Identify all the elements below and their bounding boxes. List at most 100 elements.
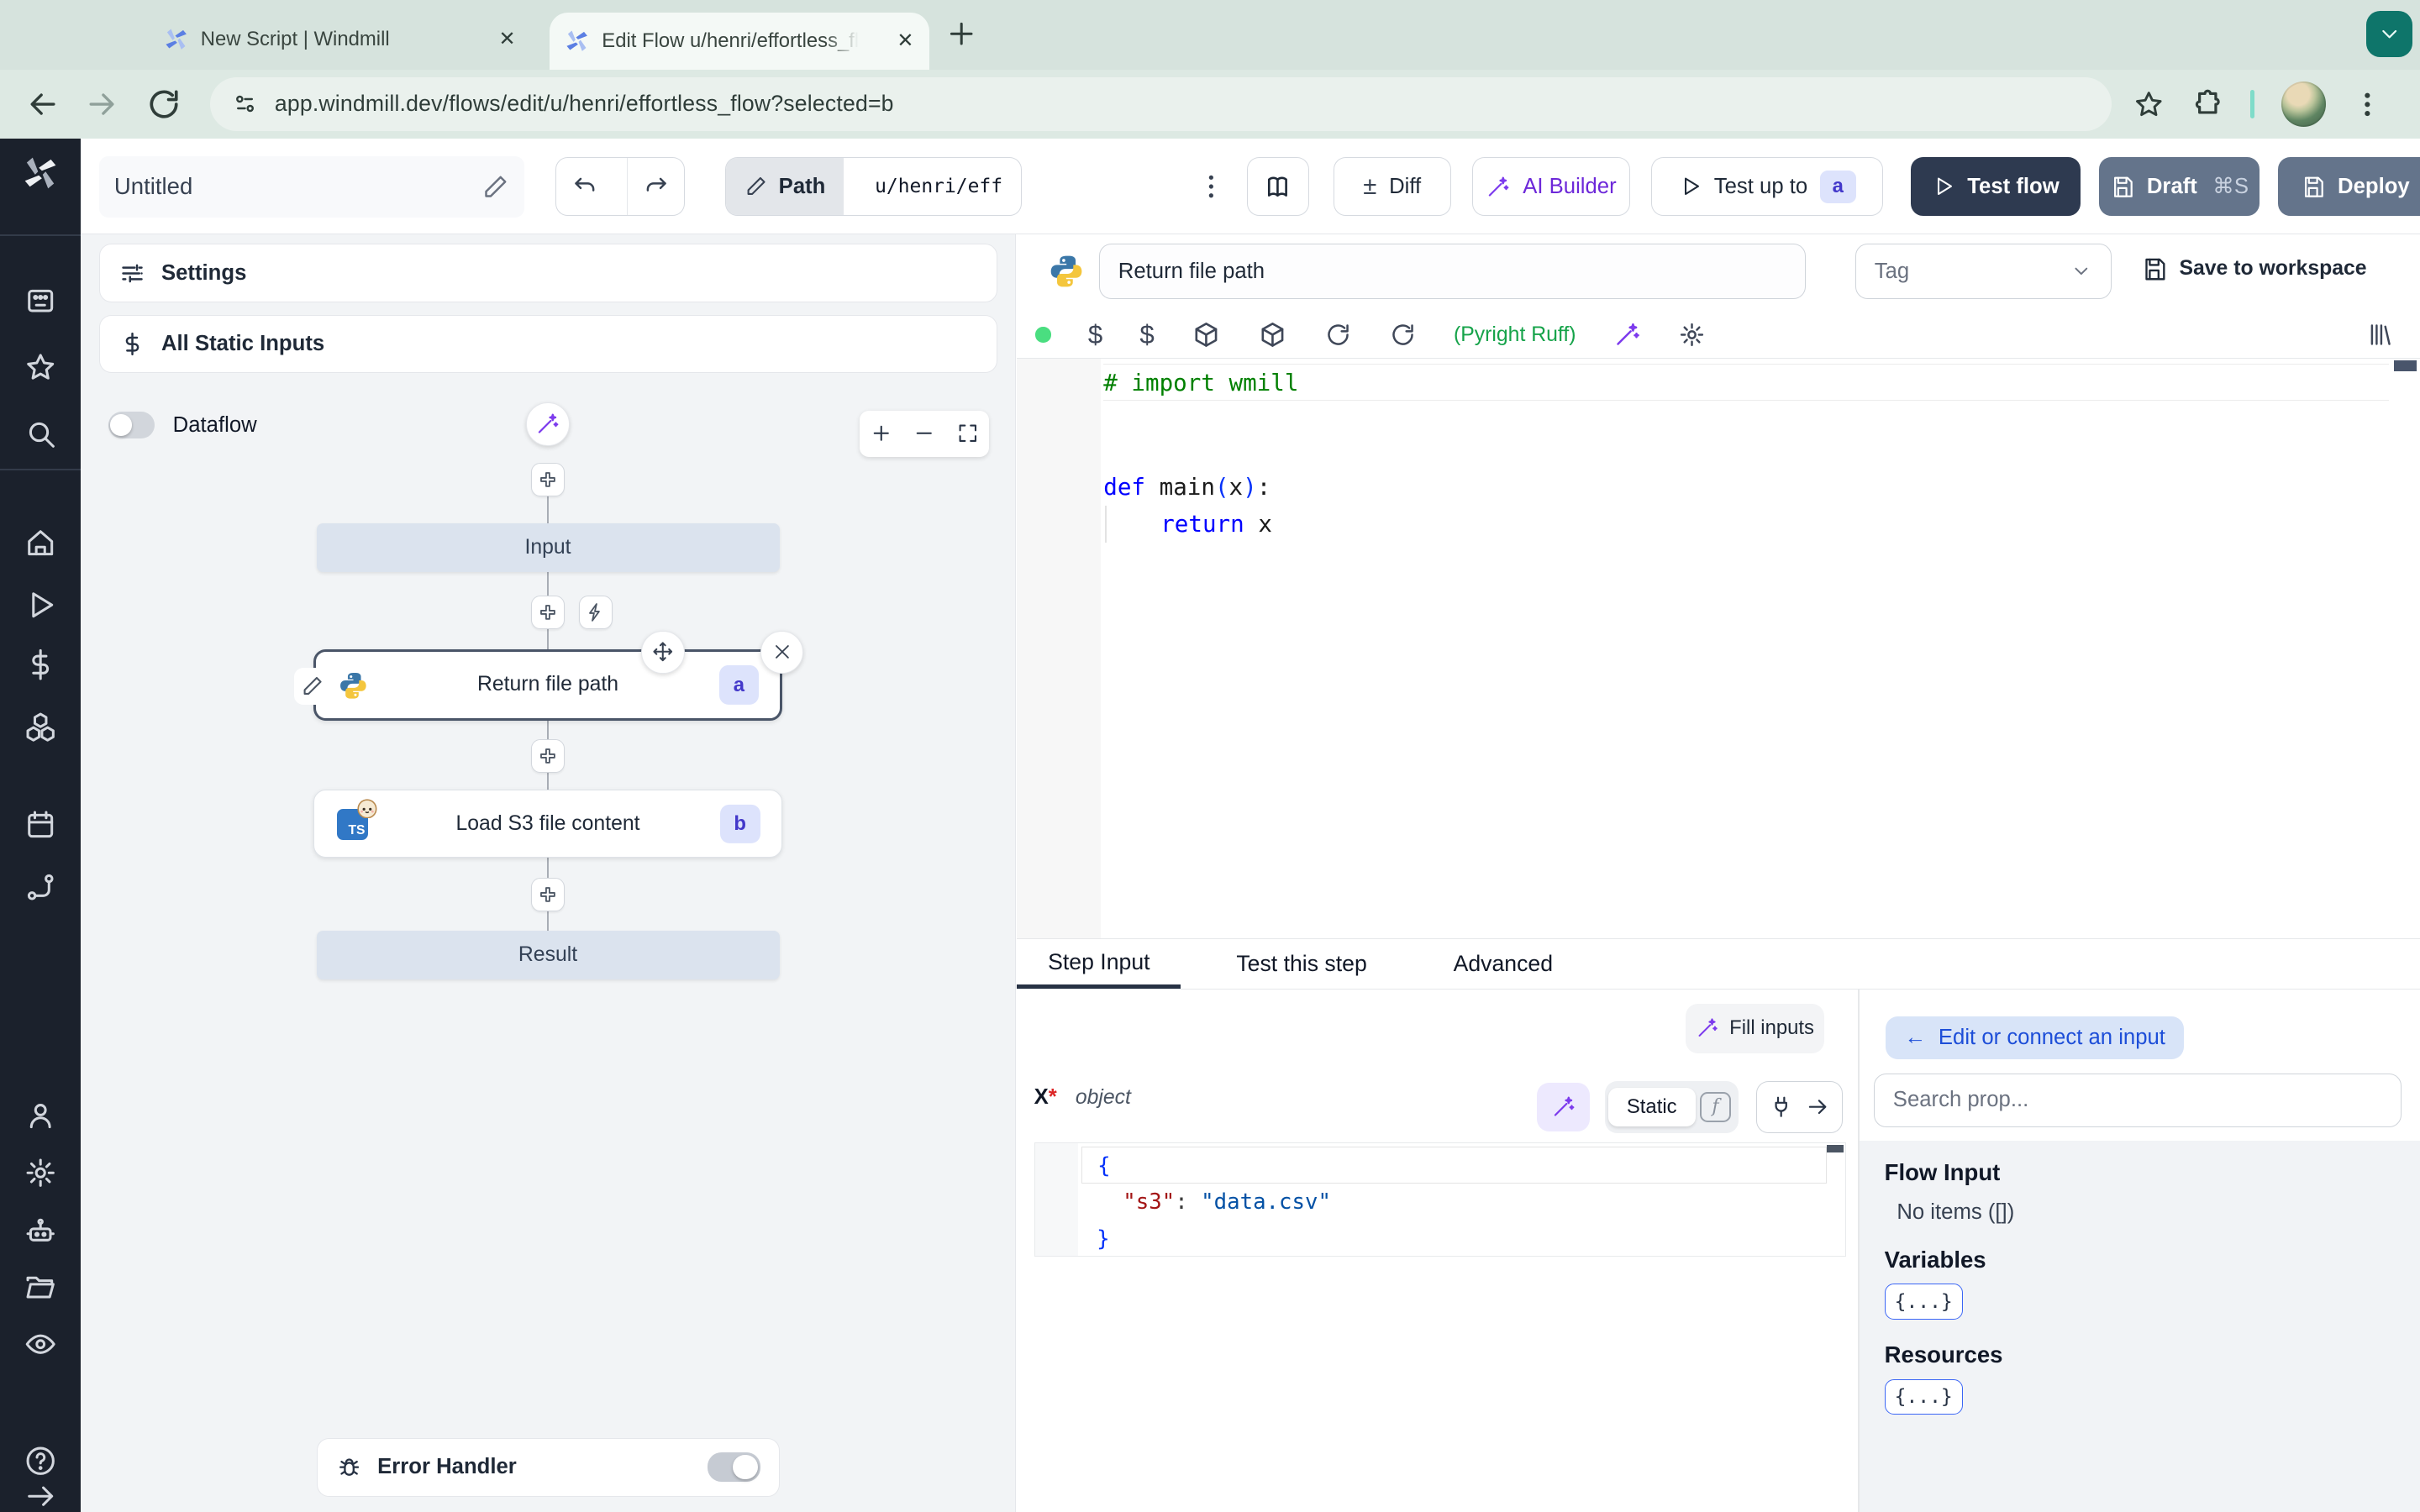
- browser-tab-edit-flow[interactable]: Edit Flow u/henri/effortless_fl ✕: [549, 12, 929, 70]
- tab-close-icon[interactable]: ✕: [498, 29, 515, 50]
- profile-avatar[interactable]: [2281, 81, 2326, 127]
- ai-flow-button[interactable]: [526, 402, 570, 446]
- tab-title: Edit Flow u/henri/effortless_fl: [602, 29, 860, 52]
- ai-builder-button[interactable]: AI Builder: [1472, 157, 1630, 217]
- flow-path-button[interactable]: Path u/henri/eff: [725, 157, 1023, 217]
- step-node-b[interactable]: TS Load S3 file content b: [313, 790, 783, 858]
- users-icon[interactable]: [24, 1099, 57, 1132]
- undo-button[interactable]: [556, 158, 614, 215]
- tab-step-input[interactable]: Step Input: [1017, 939, 1181, 990]
- address-bar[interactable]: app.windmill.dev/flows/edit/u/henri/effo…: [209, 76, 2112, 132]
- add-step-button[interactable]: [530, 463, 566, 497]
- lint-assistant-label[interactable]: (Pyright Ruff): [1454, 323, 1576, 347]
- variables-icon[interactable]: [24, 648, 57, 681]
- draft-button[interactable]: Draft ⌘S: [2098, 157, 2260, 217]
- site-info-icon[interactable]: [231, 90, 259, 118]
- edit-pencil-icon[interactable]: [481, 173, 509, 201]
- resources-object-chip[interactable]: {...}: [1884, 1378, 1963, 1415]
- package-icon[interactable]: [1258, 320, 1287, 349]
- browser-menu-icon[interactable]: [2352, 89, 2383, 120]
- extensions-icon[interactable]: [2191, 88, 2224, 121]
- editor-settings-gear-icon[interactable]: [1678, 321, 1706, 349]
- plug-icon[interactable]: [1769, 1095, 1793, 1119]
- step-node-a[interactable]: Return file path a: [294, 630, 804, 721]
- settings-gear-icon[interactable]: [24, 1156, 57, 1189]
- add-resource-icon[interactable]: $: [1139, 320, 1154, 350]
- tag-select[interactable]: Tag: [1854, 244, 2112, 300]
- schedules-icon[interactable]: [24, 808, 57, 842]
- plus-minus-icon: ±: [1363, 172, 1377, 201]
- error-handler-toggle[interactable]: [708, 1452, 760, 1483]
- more-options-icon[interactable]: [1196, 168, 1227, 205]
- edit-or-connect-button[interactable]: ← Edit or connect an input: [1886, 1016, 2184, 1059]
- all-static-inputs-button[interactable]: All Static Inputs: [98, 314, 997, 374]
- tab-test-this-step[interactable]: Test this step: [1206, 939, 1398, 990]
- flow-name-field[interactable]: Untitled: [98, 155, 525, 218]
- folders-icon[interactable]: [24, 1270, 57, 1304]
- audit-eye-icon[interactable]: [24, 1327, 57, 1361]
- test-up-to-button[interactable]: Test up to a: [1651, 157, 1883, 217]
- help-icon[interactable]: [24, 1444, 57, 1478]
- routes-icon[interactable]: [24, 870, 57, 904]
- json-scrollbar-thumb[interactable]: [1826, 1145, 1844, 1153]
- json-input-editor[interactable]: { "s3": "data.csv" }: [1034, 1142, 1846, 1257]
- package-icon[interactable]: [1192, 320, 1221, 349]
- reload-icon[interactable]: [1324, 321, 1352, 349]
- javascript-expr-button[interactable]: f: [1700, 1091, 1731, 1123]
- zoom-out-icon[interactable]: [913, 422, 936, 445]
- add-step-button[interactable]: [530, 738, 566, 774]
- back-icon[interactable]: [24, 86, 61, 123]
- forward-icon[interactable]: [83, 86, 120, 123]
- add-variable-icon[interactable]: $: [1088, 320, 1102, 350]
- test-flow-button[interactable]: Test flow: [1910, 157, 2081, 217]
- editor-scrollbar-thumb[interactable]: [2393, 360, 2417, 371]
- dataflow-toggle[interactable]: [108, 412, 155, 438]
- expand-sidebar-icon[interactable]: [24, 1479, 57, 1512]
- resources-icon[interactable]: [24, 710, 57, 743]
- error-handler-card[interactable]: Error Handler: [316, 1437, 780, 1497]
- save-to-workspace-button[interactable]: Save to workspace: [2141, 256, 2367, 282]
- delete-step-button[interactable]: [760, 630, 804, 674]
- search-icon[interactable]: [24, 417, 57, 450]
- flow-input-title: Flow Input: [1884, 1159, 2001, 1186]
- diff-button[interactable]: ± Diff: [1333, 157, 1451, 217]
- reload-icon[interactable]: [145, 86, 182, 123]
- search-prop-input[interactable]: [1873, 1073, 2402, 1127]
- tab-search-button[interactable]: [2365, 10, 2412, 57]
- add-trigger-button[interactable]: [578, 595, 613, 630]
- runs-icon[interactable]: [24, 588, 57, 622]
- docs-button[interactable]: [1247, 157, 1309, 217]
- variables-object-chip[interactable]: {...}: [1884, 1284, 1963, 1320]
- tab-close-icon[interactable]: ✕: [897, 30, 913, 51]
- fill-inputs-button[interactable]: Fill inputs: [1685, 1003, 1824, 1053]
- apps-icon[interactable]: [24, 284, 57, 318]
- tab-advanced[interactable]: Advanced: [1423, 939, 1584, 990]
- home-icon[interactable]: [24, 526, 57, 559]
- bookmark-star-icon[interactable]: [2133, 88, 2165, 121]
- add-step-button[interactable]: [530, 595, 566, 630]
- flow-result-node[interactable]: Result: [316, 930, 780, 980]
- workers-robot-icon[interactable]: [24, 1215, 57, 1248]
- arrow-right-icon[interactable]: [1806, 1095, 1830, 1119]
- zoom-in-icon[interactable]: [870, 422, 893, 445]
- move-step-handle[interactable]: [641, 630, 685, 674]
- deploy-button[interactable]: Deploy: [2278, 157, 2420, 217]
- browser-tab-new-script[interactable]: New Script | Windmill ✕: [148, 13, 531, 66]
- code-editor[interactable]: # import wmill def main(x): return x: [1017, 358, 2420, 938]
- flow-input-node[interactable]: Input: [316, 522, 780, 573]
- library-icon[interactable]: [2366, 321, 2394, 349]
- reload-icon[interactable]: [1389, 321, 1417, 349]
- magic-wand-icon[interactable]: [1613, 321, 1641, 349]
- new-tab-button[interactable]: [944, 17, 978, 50]
- flow-settings-button[interactable]: Settings: [98, 244, 997, 302]
- arg-type: object: [1075, 1085, 1131, 1109]
- ai-fill-input-button[interactable]: [1537, 1082, 1590, 1132]
- undo-icon: [575, 177, 595, 192]
- static-mode-button[interactable]: Static: [1607, 1087, 1696, 1127]
- windmill-logo[interactable]: [22, 155, 59, 192]
- fit-view-icon[interactable]: [956, 422, 980, 445]
- step-name-input[interactable]: [1098, 244, 1806, 300]
- favorites-star-icon[interactable]: [24, 350, 57, 384]
- redo-button[interactable]: [626, 158, 685, 216]
- add-step-button[interactable]: [530, 878, 566, 912]
